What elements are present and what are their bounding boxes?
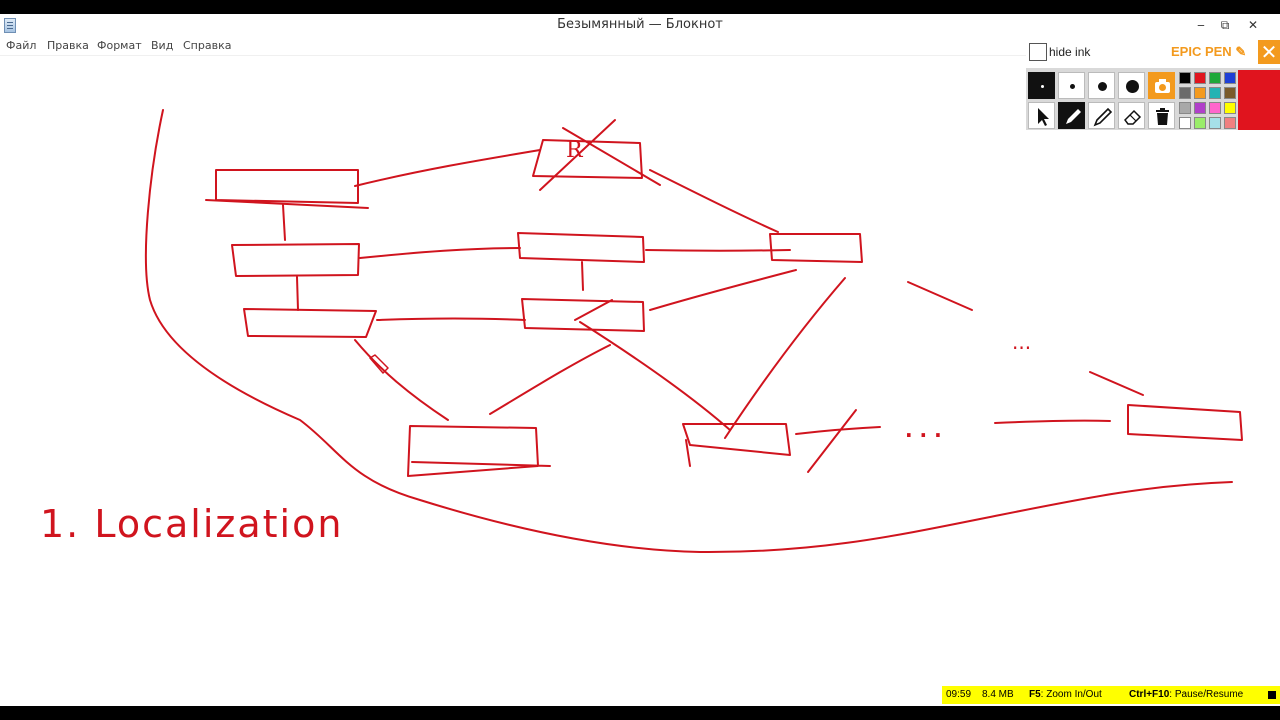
recorder-status-bar: 09:59 8.4 MB F5: Zoom In/Out Ctrl+F10: P… [942,686,1280,704]
size-dot-icon [1070,84,1075,89]
edge-1 [354,149,541,187]
size-dot-icon [1126,80,1139,93]
node-label-r: R [566,138,583,163]
epic-pen-close-button[interactable]: ✕ [1258,40,1280,64]
node-box-bottom-left [407,425,551,477]
edge-13 [724,277,846,439]
ellipsis-upper: ... [1012,330,1032,354]
pencil-icon: ✎ [1235,44,1247,59]
edge-10 [354,339,449,421]
edge-6 [581,261,584,291]
recording-size: 8.4 MB [982,689,1014,700]
edge-11 [489,344,611,415]
pointer-button[interactable] [1028,102,1055,129]
edge-17 [907,281,973,311]
hide-ink-checkbox[interactable] [1029,43,1047,61]
trash-icon [1156,108,1169,125]
clear-all-button[interactable] [1148,102,1175,129]
color-swatch-light-blue[interactable] [1209,117,1221,129]
stop-icon[interactable] [1268,691,1276,699]
epic-pen-toolbar [1026,68,1280,130]
color-swatch-blue[interactable] [1224,72,1236,84]
highlighter-button[interactable] [1088,102,1115,129]
node-box-2 [231,243,360,277]
color-swatch-white[interactable] [1179,117,1191,129]
edge-5 [376,317,526,321]
color-swatch-dark-gray[interactable] [1179,87,1191,99]
pen-button[interactable] [1058,102,1085,129]
color-swatch-pink[interactable] [1209,102,1221,114]
edge-15 [807,409,857,473]
ellipsis-lower: . . . [905,418,942,442]
pen-size-large-button[interactable] [1088,72,1115,99]
edge-2 [282,204,286,241]
cursor-arrow-icon [1038,108,1049,126]
epic-pen-header: hide ink EPIC PEN ✎ ✕ [1026,40,1280,66]
node-box-right-1 [769,233,863,263]
edge-8 [649,169,779,233]
zoom-hint: F5: Zoom In/Out [1029,689,1102,700]
node-box-bottom-mid [682,423,791,467]
edge-7 [645,249,791,252]
pen-size-xlarge-button[interactable] [1118,72,1145,99]
pen-icon [1066,109,1081,124]
color-swatch-salmon[interactable] [1224,117,1236,129]
color-swatch-red[interactable] [1194,72,1206,84]
epic-pen-logo: EPIC PEN ✎ [1171,44,1247,59]
eraser-button[interactable] [1118,102,1145,129]
node-box-far-right [1127,404,1243,441]
eraser-icon [1124,109,1142,125]
screenshot-button[interactable] [1148,72,1175,99]
edge-18 [1089,371,1144,396]
color-swatch-teal[interactable] [1209,87,1221,99]
edge-4 [359,247,521,259]
edge-12 [574,299,731,431]
node-box-1 [205,169,369,209]
marker-icon [1093,107,1113,127]
node-box-4 [517,232,645,263]
pen-cursor-mark [369,354,389,374]
color-swatch-gray[interactable] [1179,102,1191,114]
current-color-indicator[interactable] [1238,70,1280,130]
edge-9 [649,269,797,311]
color-swatch-brown[interactable] [1224,87,1236,99]
pen-size-small-button[interactable] [1028,72,1055,99]
color-swatch-purple[interactable] [1194,102,1206,114]
edge-16 [994,419,1111,424]
pen-size-medium-button[interactable] [1058,72,1085,99]
node-r-cross [539,119,661,191]
pause-hint: Ctrl+F10: Pause/Resume [1129,689,1244,700]
size-dot-icon [1041,85,1044,88]
color-swatch-yellow[interactable] [1224,102,1236,114]
outer-enclosing-curve [144,109,1233,554]
color-swatch-light-green[interactable] [1194,117,1206,129]
size-dot-icon [1098,82,1107,91]
color-swatch-black[interactable] [1179,72,1191,84]
screen-bottom-bar [0,706,1280,720]
color-swatch-orange[interactable] [1194,87,1206,99]
hide-ink-label: hide ink [1049,45,1091,59]
heading-localization: 1. Localization [40,502,344,546]
color-swatch-green[interactable] [1209,72,1221,84]
edge-3 [296,276,299,311]
camera-icon [1155,79,1170,93]
node-box-3 [243,308,377,338]
recording-time: 09:59 [946,689,972,700]
